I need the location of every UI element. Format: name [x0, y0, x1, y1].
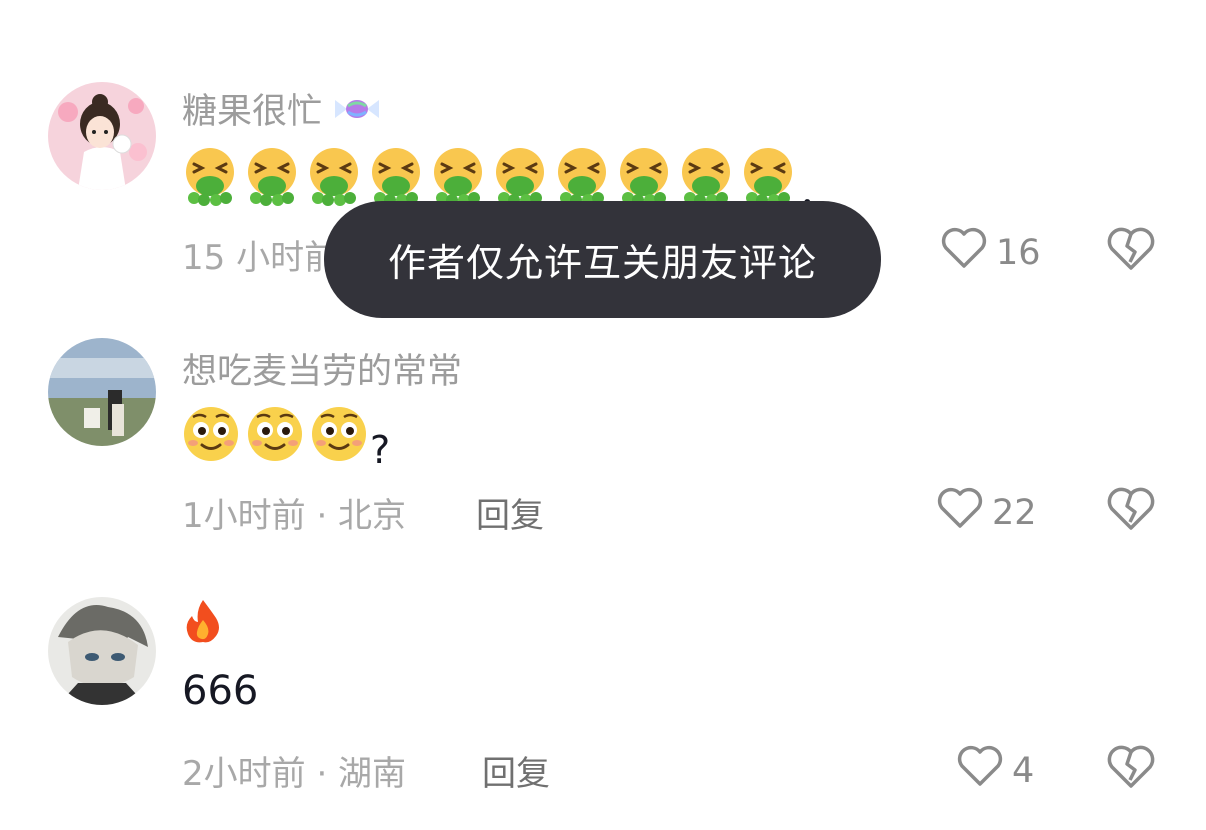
fire-icon	[182, 598, 224, 653]
broken-heart-icon	[1107, 745, 1155, 788]
comment-meta: 2小时前 · 湖南	[182, 754, 407, 794]
comment-item: 666 2小时前 · 湖南 回复 4	[0, 0, 1206, 830]
username[interactable]	[182, 598, 224, 653]
like-button[interactable]: 4	[956, 744, 1034, 797]
reply-button[interactable]: 回复	[482, 746, 550, 795]
dislike-button[interactable]	[1106, 744, 1156, 790]
heart-outline-icon	[956, 744, 1004, 797]
avatar[interactable]	[48, 597, 156, 705]
like-count: 4	[1012, 750, 1035, 791]
comment-text: 666	[182, 668, 259, 714]
